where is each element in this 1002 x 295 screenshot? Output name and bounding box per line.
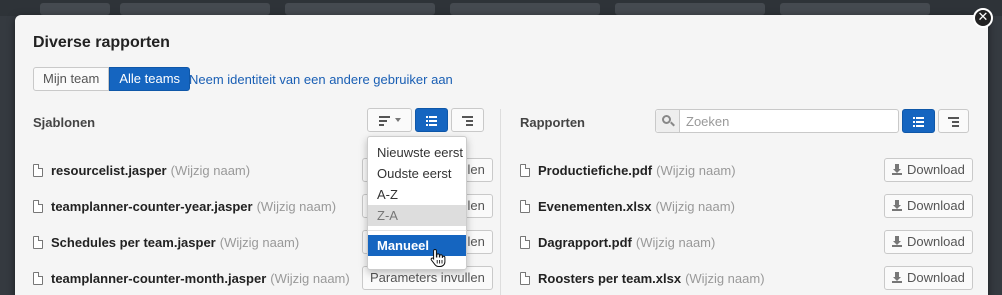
rename-link[interactable]: (Wijzig naam): [685, 271, 764, 286]
template-row: teamplanner-counter-month.jasper (Wijzig…: [33, 266, 350, 290]
download-icon: [892, 272, 902, 283]
sort-menu: Nieuwste eerst Oudste eerst A-Z Z-A Manu…: [367, 136, 467, 270]
download-label: Download: [907, 270, 965, 285]
tree-view-button[interactable]: [451, 108, 484, 132]
search-icon: [656, 110, 680, 132]
report-name: Evenementen.xlsx: [538, 198, 652, 214]
download-icon: [892, 164, 902, 175]
rename-link[interactable]: (Wijzig naam): [257, 199, 336, 214]
download-icon: [892, 236, 902, 247]
template-name: Schedules per team.jasper: [51, 234, 216, 250]
sort-option-z-a: Z-A: [368, 205, 466, 226]
report-row: Roosters per team.xlsx (Wijzig naam): [520, 266, 765, 290]
download-label: Download: [907, 162, 965, 177]
file-icon: [520, 163, 530, 177]
report-name: Dagrapport.pdf: [538, 234, 632, 250]
tree-view-icon: [948, 116, 959, 127]
impersonate-user-link[interactable]: Neem identiteit van een andere gebruiker…: [189, 72, 453, 87]
file-icon: [33, 271, 43, 285]
file-icon: [33, 235, 43, 249]
template-name: teamplanner-counter-year.jasper: [51, 198, 253, 214]
list-view-icon: [426, 115, 437, 126]
background-toolbar: [0, 0, 1002, 16]
tab-all-teams[interactable]: Alle teams: [109, 67, 191, 91]
report-row: Productiefiche.pdf (Wijzig naam): [520, 158, 736, 182]
rename-link[interactable]: (Wijzig naam): [656, 163, 735, 178]
background-tab: [120, 3, 270, 15]
template-name: resourcelist.jasper: [51, 162, 167, 178]
reports-list-view-button[interactable]: [902, 109, 935, 133]
sort-option-newest[interactable]: Nieuwste eerst: [368, 142, 466, 163]
background-right-edge: [988, 16, 1002, 295]
download-button[interactable]: Download: [884, 194, 973, 218]
report-row: Evenementen.xlsx (Wijzig naam): [520, 194, 735, 218]
download-button[interactable]: Download: [884, 230, 973, 254]
close-icon[interactable]: ✕: [973, 8, 993, 28]
report-name: Roosters per team.xlsx: [538, 270, 682, 286]
template-row: teamplanner-counter-year.jasper (Wijzig …: [33, 194, 336, 218]
template-name: teamplanner-counter-month.jasper: [51, 270, 267, 286]
report-search: [655, 109, 899, 133]
menu-divider: [368, 230, 466, 231]
download-label: Download: [907, 234, 965, 249]
report-row: Dagrapport.pdf (Wijzig naam): [520, 230, 715, 254]
rename-link[interactable]: (Wijzig naam): [655, 199, 734, 214]
background-sidebar: [0, 16, 16, 295]
file-icon: [520, 271, 530, 285]
background-tab: [40, 3, 110, 15]
background-tab: [450, 3, 600, 15]
section-divider: [500, 109, 501, 295]
tab-my-team[interactable]: Mijn team: [33, 67, 110, 91]
hand-cursor-icon: [430, 248, 446, 267]
sort-option-manual[interactable]: Manueel: [368, 235, 466, 256]
team-scope-toggle: Mijn team Alle teams: [33, 67, 191, 91]
download-button[interactable]: Download: [884, 158, 973, 182]
templates-title: Sjablonen: [33, 115, 96, 130]
background-tab: [285, 3, 435, 15]
reports-title: Rapporten: [520, 115, 585, 130]
sort-dropdown-button[interactable]: [367, 108, 412, 132]
rename-link[interactable]: (Wijzig naam): [171, 163, 250, 178]
file-icon: [33, 163, 43, 177]
background-tab: [615, 3, 765, 15]
rename-link[interactable]: (Wijzig naam): [270, 271, 349, 286]
download-button[interactable]: Download: [884, 266, 973, 290]
rename-link[interactable]: (Wijzig naam): [636, 235, 715, 250]
chevron-down-icon: [394, 118, 401, 123]
tree-view-icon: [462, 115, 473, 126]
file-icon: [33, 199, 43, 213]
report-name: Productiefiche.pdf: [538, 162, 653, 178]
download-label: Download: [907, 198, 965, 213]
list-view-icon: [913, 116, 924, 127]
list-view-button[interactable]: [415, 108, 448, 132]
reports-modal: Diverse rapporten Mijn team Alle teams N…: [15, 15, 988, 295]
search-input[interactable]: [680, 110, 898, 132]
rename-link[interactable]: (Wijzig naam): [220, 235, 299, 250]
sort-option-oldest[interactable]: Oudste eerst: [368, 163, 466, 184]
download-icon: [892, 200, 902, 211]
file-icon: [520, 199, 530, 213]
background-tab: [780, 3, 930, 15]
reports-tree-view-button[interactable]: [938, 109, 969, 133]
template-row: Schedules per team.jasper (Wijzig naam): [33, 230, 299, 254]
sort-icon: [378, 115, 390, 126]
sort-option-a-z[interactable]: A-Z: [368, 184, 466, 205]
file-icon: [520, 235, 530, 249]
template-row: resourcelist.jasper (Wijzig naam): [33, 158, 250, 182]
modal-title: Diverse rapporten: [33, 34, 170, 51]
